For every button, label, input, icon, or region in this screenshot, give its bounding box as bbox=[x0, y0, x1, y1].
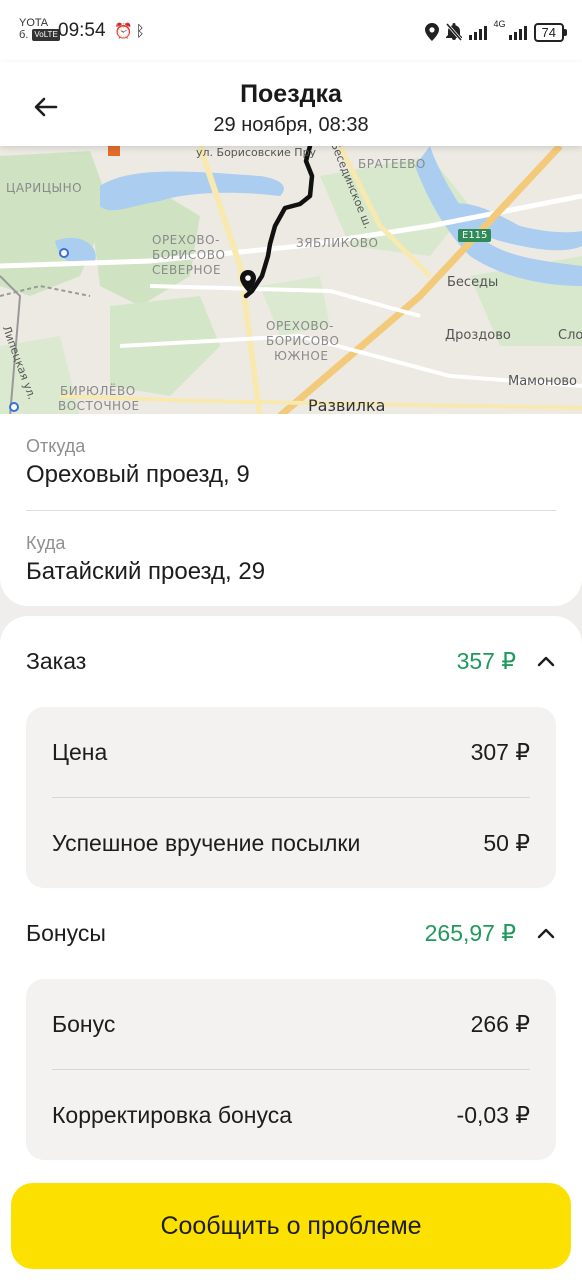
bottom-action-bar: Сообщить о проблеме bbox=[0, 1172, 582, 1280]
carrier-info: YOTA б. VoLTE bbox=[19, 17, 60, 42]
bonuses-breakdown: Бонус 266 ₽ Корректировка бонуса -0,03 ₽ bbox=[26, 979, 556, 1160]
map-label-biryulevo-2: ВОСТОЧНОЕ bbox=[58, 399, 140, 413]
map-label-borisovskie: ул. Борисовские Пру bbox=[196, 146, 317, 159]
map-label-tsaritsyno: ЦАРИЦЫНО bbox=[6, 181, 83, 195]
order-item-label: Цена bbox=[52, 739, 108, 765]
page-subtitle: 29 ноября, 08:38 bbox=[213, 114, 369, 136]
map-label-slo: Сло bbox=[558, 328, 582, 343]
map-label-drozdovo: Дроздово bbox=[445, 328, 511, 343]
map-label-orekhovo-severnoe-3: СЕВЕРНОЕ bbox=[152, 263, 222, 277]
bonus-item-value: 266 ₽ bbox=[470, 1011, 530, 1037]
map-label-zyablikovo: ЗЯБЛИКОВО bbox=[296, 236, 379, 250]
address-divider bbox=[26, 510, 556, 511]
network-type: 4G bbox=[493, 19, 506, 29]
from-address: Ореховый проезд, 9 bbox=[26, 461, 250, 488]
order-title: Заказ bbox=[26, 648, 87, 674]
order-section-header[interactable]: Заказ 357 ₽ bbox=[26, 642, 556, 682]
map-label-orekhovo-yuzhnoe-3: ЮЖНОЕ bbox=[274, 349, 329, 363]
order-breakdown: Цена 307 ₽ Успешное вручение посылки 50 … bbox=[26, 707, 556, 888]
map-label-orekhovo-severnoe-1: ОРЕХОВО- bbox=[152, 233, 220, 247]
to-label: Куда bbox=[26, 533, 66, 553]
map-route-badge-e115: E115 bbox=[458, 229, 492, 242]
from-label: Откуда bbox=[26, 436, 86, 456]
route-map[interactable]: ЦАРИЦЫНО ОРЕХОВО- БОРИСОВО СЕВЕРНОЕ ЗЯБЛ… bbox=[0, 146, 582, 416]
battery-indicator: 74 bbox=[533, 22, 568, 42]
status-right: 4G 74 bbox=[424, 19, 568, 44]
bonus-item-correction: Корректировка бонуса -0,03 ₽ bbox=[52, 1094, 530, 1134]
bluetooth-icon: ᛒ bbox=[135, 23, 148, 40]
alarm-icon: ⏰ bbox=[114, 23, 136, 40]
chevron-up-icon[interactable] bbox=[536, 652, 556, 672]
bonus-item-value: -0,03 ₽ bbox=[456, 1102, 530, 1128]
to-address: Батайский проезд, 29 bbox=[26, 558, 266, 585]
route-addresses: Откуда Ореховый проезд, 9 Куда Батайский… bbox=[0, 414, 582, 606]
location-icon bbox=[424, 23, 439, 41]
status-bar: YOTA б. VoLTE 09:54 ⏰ᛒ 4G 74 bbox=[0, 0, 582, 62]
bonus-divider bbox=[52, 1069, 530, 1070]
order-item-value: 50 ₽ bbox=[483, 830, 530, 856]
chevron-up-icon[interactable] bbox=[536, 924, 556, 944]
bonuses-total: 265,97 ₽ bbox=[424, 920, 516, 946]
bonuses-section-header[interactable]: Бонусы 265,97 ₽ bbox=[26, 914, 556, 954]
order-item-delivery: Успешное вручение посылки 50 ₽ bbox=[52, 822, 530, 862]
map-label-besedy: Беседы bbox=[447, 275, 499, 290]
order-total: 357 ₽ bbox=[456, 648, 516, 674]
bonuses-title: Бонусы bbox=[26, 920, 106, 946]
bonus-item-label: Бонус bbox=[52, 1011, 116, 1037]
bonus-item-bonus: Бонус 266 ₽ bbox=[52, 1003, 530, 1043]
alarm-bluetooth-icons: ⏰ᛒ bbox=[114, 22, 148, 40]
mute-bell-icon bbox=[445, 23, 462, 41]
page-title: Поездка bbox=[240, 80, 342, 108]
carrier-sub: б. bbox=[19, 29, 29, 41]
map-label-razvilka: Развилка bbox=[308, 396, 386, 415]
order-divider bbox=[52, 797, 530, 798]
report-problem-button[interactable]: Сообщить о проблеме bbox=[11, 1183, 571, 1269]
map-label-orekhovo-yuzhnoe-2: БОРИСОВО bbox=[266, 334, 340, 348]
signal-icon-1 bbox=[468, 24, 487, 40]
map-label-brateevo: БРАТЕЕВО bbox=[358, 157, 426, 171]
map-label-orekhovo-yuzhnoe-1: ОРЕХОВО- bbox=[266, 319, 334, 333]
volte-badge: VoLTE bbox=[32, 29, 60, 42]
order-item-value: 307 ₽ bbox=[470, 739, 530, 765]
app-header: Поездка 29 ноября, 08:38 bbox=[0, 62, 582, 146]
signal-icon-2 bbox=[508, 24, 527, 40]
order-item-label: Успешное вручение посылки bbox=[52, 830, 361, 856]
carrier-name: YOTA bbox=[19, 17, 49, 29]
map-label-biryulevo-1: БИРЮЛЁВО bbox=[60, 384, 136, 398]
bonus-item-label: Корректировка бонуса bbox=[52, 1102, 293, 1128]
map-label-mamonovo: Мамоново bbox=[508, 374, 578, 389]
order-item-price: Цена 307 ₽ bbox=[52, 731, 530, 771]
map-label-orekhovo-severnoe-2: БОРИСОВО bbox=[152, 248, 226, 262]
status-time: 09:54 bbox=[58, 20, 106, 41]
